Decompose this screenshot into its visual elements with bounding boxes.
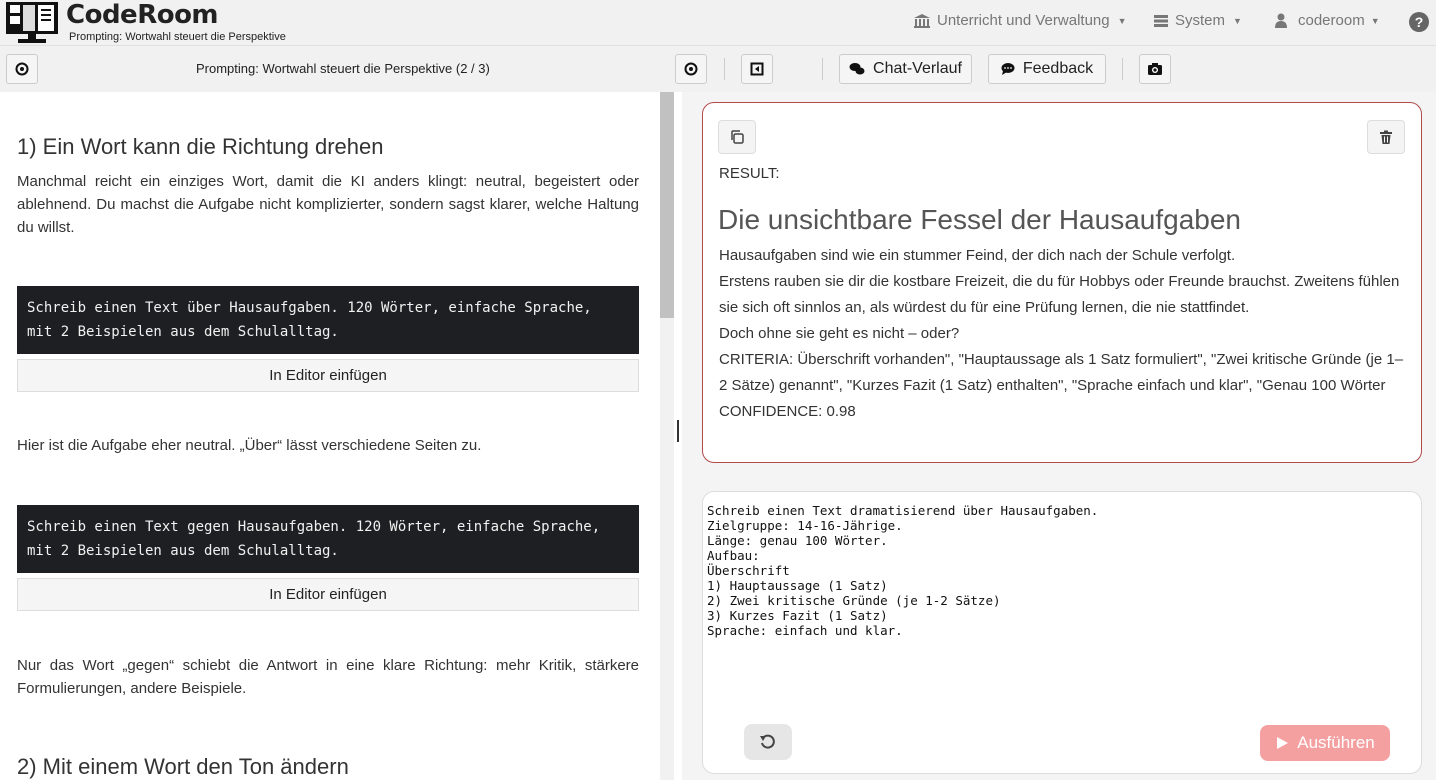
app-subtitle: Prompting: Wortwahl steuert die Perspekt… [69,31,286,43]
result-title: Die unsichtbare Fessel der Hausaufgaben [718,204,1241,235]
section-intro-text: Manchmal reicht ein einziges Wort, damit… [17,173,639,236]
chevron-down-icon: ▼ [1117,15,1127,26]
coderoom-logo-icon [6,2,58,43]
feedback-label: Feedback [1022,60,1094,77]
chat-history-label: Chat-Verlauf [873,60,962,77]
play-icon [1277,737,1289,749]
chevron-down-icon: ▼ [1370,15,1380,26]
section-heading: 1) Ein Wort kann die Richtung drehen [17,134,384,159]
insert-into-editor-button[interactable]: In Editor einfügen [17,578,639,611]
result-line: Doch ohne sie geht es nicht – oder? [719,325,960,342]
code-example: Schreib einen Text über Hausaufgaben. 12… [17,286,639,354]
chevron-down-icon: ▼ [1233,15,1242,26]
toolbar-divider [1122,58,1123,80]
result-confidence: CONFIDENCE: 0.98 [719,403,856,420]
nav-menu-unterricht-label: Unterricht und Verwaltung [937,12,1110,29]
nav-menu-unterricht[interactable]: Unterricht und Verwaltung ▼ [913,12,1127,29]
result-line: Hausaufgaben sind wie ein stummer Feind,… [719,247,1236,264]
camera-icon [1148,63,1162,75]
insert-into-editor-button[interactable]: In Editor einfügen [17,359,639,392]
prompt-editor-content[interactable]: Schreib einen Text dramatisierend über H… [707,503,1098,638]
lesson-title: Prompting: Wortwahl steuert die Perspekt… [196,61,490,76]
section-heading: 2) Mit einem Wort den Ton ändern [17,754,349,779]
result-body: Hausaufgaben sind wie ein stummer Feind,… [719,243,1409,425]
step-back-icon [750,62,764,76]
reset-button[interactable] [744,724,792,760]
help-icon[interactable]: ? [1409,12,1429,32]
collapse-left-button[interactable] [6,54,38,84]
copy-button[interactable] [718,120,756,154]
chat-history-button[interactable]: Chat-Verlauf [839,54,972,84]
nav-menu-system[interactable]: System ▼ [1153,12,1242,29]
brand-name[interactable]: CodeRoom [66,0,219,30]
run-button-label: Ausführen [1297,733,1375,752]
institution-icon [914,13,930,28]
feedback-button[interactable]: Feedback [988,54,1106,84]
delete-button[interactable] [1367,120,1405,154]
back-button[interactable] [741,54,773,84]
result-line: Erstens rauben sie dir die kostbare Frei… [719,273,1400,316]
lesson-pane: 1) Ein Wort kann die Richtung drehen Man… [0,92,660,780]
top-navbar: CodeRoom Prompting: Wortwahl steuert die… [0,0,1436,46]
chat-icon [849,63,865,75]
nav-menu-user-label: coderoom [1298,12,1365,29]
toolbar: Prompting: Wortwahl steuert die Perspekt… [0,46,1436,92]
circle-dot-icon [684,62,698,76]
server-icon [1154,14,1168,27]
nav-menu-system-label: System [1175,12,1226,29]
code-example: Schreib einen Text gegen Hausaufgaben. 1… [17,505,639,573]
circle-dot-icon [15,62,29,76]
comment-icon [1001,63,1015,75]
undo-icon [760,734,775,749]
toolbar-divider [724,58,725,80]
trash-icon [1380,130,1392,144]
toolbar-divider [822,58,823,80]
pane-resize-handle[interactable] [677,420,679,442]
nav-menu-user[interactable]: coderoom ▼ [1274,12,1380,29]
user-icon [1275,13,1287,28]
explanation-text: Nur das Wort „gegen“ schiebt die Antwort… [17,657,639,697]
result-criteria: CRITERIA: Überschrift vorhanden", "Haupt… [719,351,1404,394]
copy-icon [731,130,744,144]
explanation-text: Hier ist die Aufgabe eher neutral. „Über… [17,437,482,454]
screenshot-button[interactable] [1139,54,1171,84]
run-button[interactable]: Ausführen [1260,725,1390,761]
lesson-scrollbar-thumb[interactable] [660,92,674,318]
result-label: RESULT: [719,165,780,182]
toggle-pane-button[interactable] [675,54,707,84]
